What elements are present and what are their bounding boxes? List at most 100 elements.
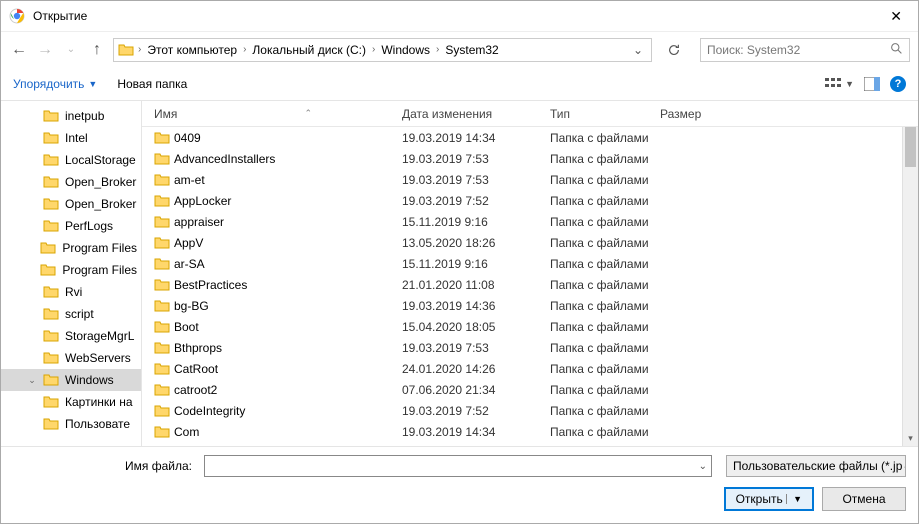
folder-tree[interactable]: inetpubIntelLocalStorageOpen_BrokerOpen_… (1, 101, 141, 446)
column-header-size[interactable]: Размер (660, 107, 740, 121)
folder-icon (154, 319, 174, 335)
tree-node[interactable]: Rvi (1, 281, 141, 303)
tree-node[interactable]: Картинки на (1, 391, 141, 413)
file-row[interactable]: BestPractices21.01.2020 11:08Папка с фай… (142, 274, 918, 295)
file-type: Папка с файлами (550, 257, 710, 271)
file-row[interactable]: Bthprops19.03.2019 7:53Папка с файлами (142, 337, 918, 358)
file-row[interactable]: ar-SA15.11.2019 9:16Папка с файлами (142, 253, 918, 274)
search-input[interactable]: Поиск: System32 (700, 38, 910, 62)
file-row[interactable]: CatRoot24.01.2020 14:26Папка с файлами (142, 358, 918, 379)
tree-node[interactable]: WebServers (1, 347, 141, 369)
column-header-date[interactable]: Дата изменения (402, 107, 550, 121)
open-button[interactable]: Открыть ▼ (724, 487, 814, 511)
up-button[interactable]: ↑ (87, 41, 107, 59)
chevron-down-icon[interactable]: ⌄ (699, 461, 707, 472)
file-name: appraiser (174, 215, 402, 229)
file-name: BestPractices (174, 278, 402, 292)
address-bar[interactable]: › Этот компьютер › Локальный диск (C:) ›… (113, 38, 652, 62)
folder-icon (43, 108, 59, 124)
column-header-type[interactable]: Тип (550, 107, 660, 121)
preview-pane-button[interactable] (864, 77, 880, 91)
close-icon[interactable]: ✕ (882, 4, 910, 29)
tree-node[interactable]: Intel (1, 127, 141, 149)
organize-menu[interactable]: Упорядочить ▼ (13, 77, 97, 91)
tree-node[interactable]: Program Files (1, 237, 141, 259)
breadcrumb[interactable]: Локальный диск (C:) (250, 41, 368, 59)
tree-label: StorageMgrL (65, 329, 134, 343)
file-name: am-et (174, 173, 402, 187)
file-name: CatRoot (174, 362, 402, 376)
chevron-down-icon[interactable]: ▼ (786, 494, 802, 504)
file-list: Имя⌃ Дата изменения Тип Размер 040919.03… (142, 101, 918, 446)
vertical-scrollbar[interactable]: ▾ (902, 127, 918, 446)
file-row[interactable]: 040919.03.2019 14:34Папка с файлами (142, 127, 918, 148)
file-row[interactable]: CodeIntegrity19.03.2019 7:52Папка с файл… (142, 400, 918, 421)
folder-icon (43, 152, 59, 168)
file-date: 19.03.2019 14:34 (402, 425, 550, 439)
recent-dropdown[interactable]: ⌄ (61, 44, 81, 55)
tree-node[interactable]: ⌄Windows (1, 369, 141, 391)
file-name: Com (174, 425, 402, 439)
cancel-button[interactable]: Отмена (822, 487, 906, 511)
tree-node[interactable]: LocalStorage (1, 149, 141, 171)
folder-icon (154, 151, 174, 167)
file-row[interactable]: AdvancedInstallers19.03.2019 7:53Папка с… (142, 148, 918, 169)
file-row[interactable]: AppLocker19.03.2019 7:52Папка с файлами (142, 190, 918, 211)
breadcrumb[interactable]: System32 (443, 41, 500, 59)
file-name: AppLocker (174, 194, 402, 208)
folder-icon (43, 416, 59, 432)
file-date: 07.06.2020 21:34 (402, 383, 550, 397)
breadcrumb[interactable]: Этот компьютер (145, 41, 239, 59)
file-date: 19.03.2019 7:52 (402, 404, 550, 418)
file-row[interactable]: bg-BG19.03.2019 14:36Папка с файлами (142, 295, 918, 316)
file-row[interactable]: Com19.03.2019 14:34Папка с файлами (142, 421, 918, 442)
expand-icon[interactable]: ⌄ (27, 375, 37, 386)
tree-node[interactable]: Open_Broker (1, 171, 141, 193)
tree-label: inetpub (65, 109, 104, 123)
file-row[interactable]: am-et19.03.2019 7:53Папка с файлами (142, 169, 918, 190)
address-dropdown[interactable]: ⌄ (629, 43, 647, 57)
tree-node[interactable]: script (1, 303, 141, 325)
column-header-name[interactable]: Имя⌃ (154, 107, 402, 121)
tree-node[interactable]: Пользовате (1, 413, 141, 435)
chevron-right-icon: › (436, 44, 439, 55)
folder-icon (40, 262, 56, 278)
file-date: 15.11.2019 9:16 (402, 257, 550, 271)
file-row[interactable]: catroot207.06.2020 21:34Папка с файлами (142, 379, 918, 400)
forward-button[interactable]: → (35, 41, 55, 59)
file-type: Папка с файлами (550, 320, 710, 334)
folder-icon (43, 394, 59, 410)
filetype-select[interactable]: Пользовательские файлы (*.jp ⌄ (726, 455, 906, 477)
tree-node[interactable]: StorageMgrL (1, 325, 141, 347)
new-folder-button[interactable]: Новая папка (117, 77, 187, 91)
help-icon[interactable]: ? (890, 76, 906, 92)
scrollbar-thumb[interactable] (905, 127, 916, 167)
file-name: catroot2 (174, 383, 402, 397)
back-button[interactable]: ← (9, 41, 29, 59)
folder-icon (154, 214, 174, 230)
file-date: 19.03.2019 14:36 (402, 299, 550, 313)
tree-node[interactable]: Program Files (1, 259, 141, 281)
folder-icon (43, 174, 59, 190)
scroll-down-icon[interactable]: ▾ (903, 430, 918, 446)
dialog-footer: Имя файла: ⌄ Пользовательские файлы (*.j… (1, 447, 918, 523)
chevron-right-icon: › (372, 44, 375, 55)
file-row[interactable]: appraiser15.11.2019 9:16Папка с файлами (142, 211, 918, 232)
tree-node[interactable]: PerfLogs (1, 215, 141, 237)
filename-input[interactable]: ⌄ (204, 455, 712, 477)
tree-label: WebServers (65, 351, 131, 365)
breadcrumb[interactable]: Windows (379, 41, 432, 59)
tree-node[interactable]: Open_Broker (1, 193, 141, 215)
folder-icon (43, 372, 59, 388)
folder-icon (118, 42, 134, 58)
refresh-button[interactable] (662, 38, 686, 62)
tree-node[interactable]: inetpub (1, 105, 141, 127)
filename-label: Имя файла: (13, 459, 198, 473)
file-row[interactable]: AppV13.05.2020 18:26Папка с файлами (142, 232, 918, 253)
file-date: 15.04.2020 18:05 (402, 320, 550, 334)
folder-icon (43, 328, 59, 344)
folder-icon (43, 306, 59, 322)
file-row[interactable]: Boot15.04.2020 18:05Папка с файлами (142, 316, 918, 337)
view-options-button[interactable]: ▼ (825, 77, 854, 91)
tree-label: Open_Broker (65, 197, 136, 211)
